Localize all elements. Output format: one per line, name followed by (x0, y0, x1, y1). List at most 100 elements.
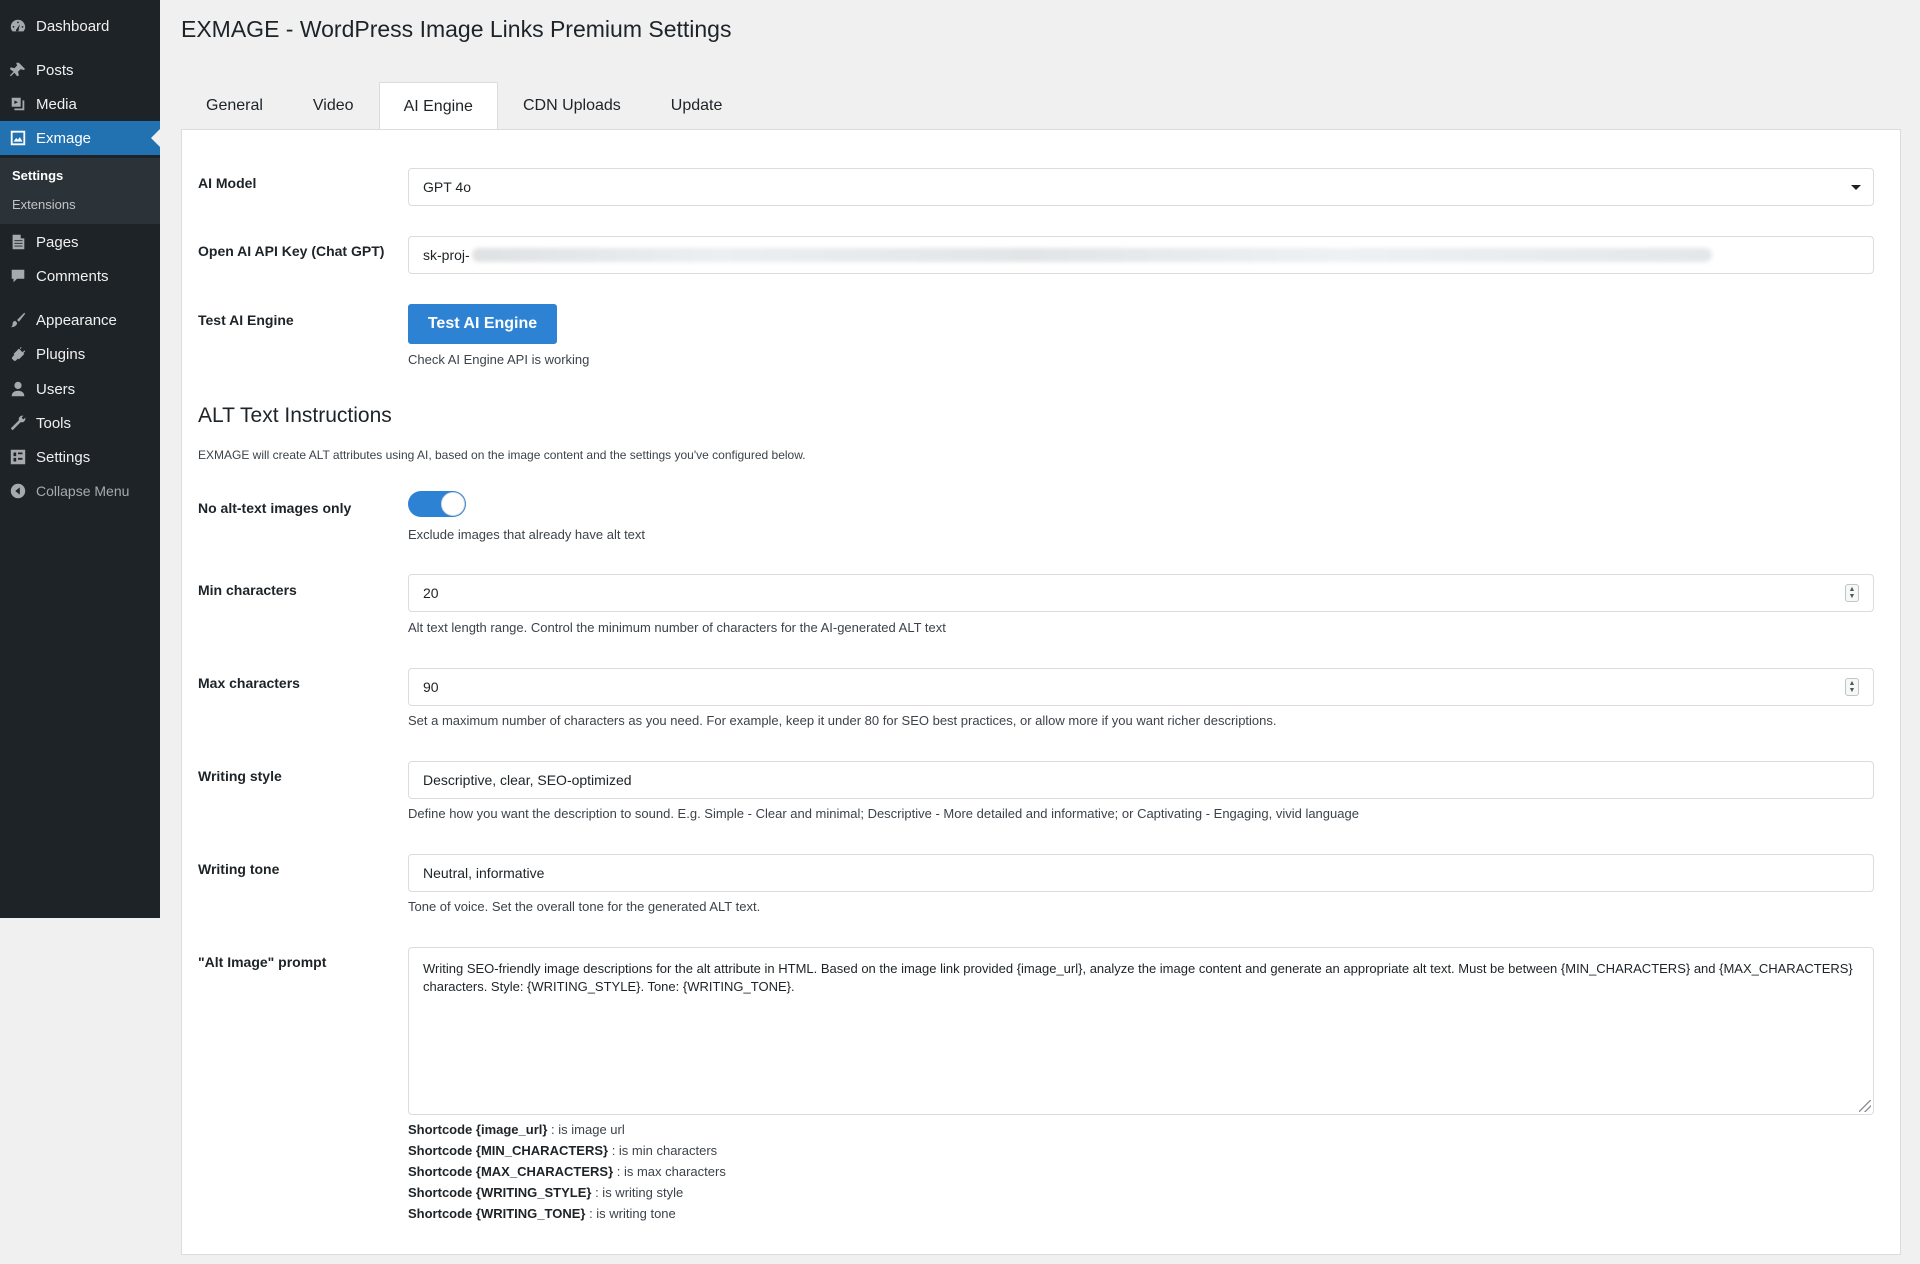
number-stepper[interactable]: ▲ ▼ (1845, 678, 1859, 696)
pin-icon (8, 60, 28, 80)
shortcode-line: Shortcode {MAX_CHARACTERS} : is max char… (408, 1164, 726, 1179)
writing-style-label: Writing style (198, 768, 282, 784)
max-characters-value: 90 (423, 679, 439, 695)
max-characters-label: Max characters (198, 675, 300, 691)
toggle-knob (441, 492, 465, 516)
shortcode-line: Shortcode {image_url} : is image url (408, 1122, 625, 1137)
submenu-item-extensions[interactable]: Extensions (12, 197, 76, 212)
test-engine-help: Check AI Engine API is working (408, 352, 590, 367)
exmage-icon (8, 128, 28, 148)
min-characters-help: Alt text length range. Control the minim… (408, 620, 946, 635)
menu-item-tools[interactable]: Tools (0, 406, 160, 440)
number-stepper[interactable]: ▲ ▼ (1845, 584, 1859, 602)
tab-cdn-uploads[interactable]: CDN Uploads (498, 81, 646, 129)
menu-label: Settings (36, 448, 91, 466)
menu-label: Posts (36, 61, 74, 79)
api-key-redacted (471, 248, 1712, 262)
menu-item-pages[interactable]: Pages (0, 225, 160, 259)
menu-item-posts[interactable]: Posts (0, 53, 160, 87)
menu-label: Users (36, 380, 76, 398)
shortcode-code: Shortcode {WRITING_STYLE} (408, 1185, 592, 1200)
menu-label: Tools (36, 414, 72, 432)
menu-label: Comments (36, 267, 109, 285)
menu-label: Collapse Menu (36, 483, 130, 499)
resize-handle-icon[interactable] (1859, 1100, 1871, 1112)
menu-item-settings[interactable]: Settings (0, 440, 160, 474)
max-characters-input[interactable]: 90 ▲ ▼ (408, 668, 1874, 706)
shortcode-desc: : is image url (547, 1122, 625, 1137)
user-icon (8, 379, 28, 399)
alt-prompt-value: Writing SEO-friendly image descriptions … (423, 961, 1853, 994)
shortcode-code: Shortcode {MAX_CHARACTERS} (408, 1164, 614, 1179)
no-alt-only-toggle[interactable] (408, 491, 466, 517)
collapse-menu-button[interactable]: Collapse Menu (0, 474, 160, 508)
min-characters-input[interactable]: 20 ▲ ▼ (408, 574, 1874, 612)
writing-tone-input[interactable]: Neutral, informative (408, 854, 1874, 892)
test-ai-engine-button[interactable]: Test AI Engine (408, 304, 557, 344)
shortcode-line: Shortcode {WRITING_STYLE} : is writing s… (408, 1185, 683, 1200)
settings-icon (8, 447, 28, 467)
page-title: EXMAGE - WordPress Image Links Premium S… (181, 16, 732, 42)
plug-icon (8, 344, 28, 364)
writing-tone-help: Tone of voice. Set the overall tone for … (408, 899, 761, 914)
shortcode-line: Shortcode {MIN_CHARACTERS} : is min char… (408, 1143, 717, 1158)
media-icon (8, 94, 28, 114)
exmage-submenu: Settings Extensions (0, 158, 160, 224)
tab-ai-engine[interactable]: AI Engine (378, 82, 498, 130)
api-key-prefix: sk-proj- (423, 247, 470, 263)
tab-video[interactable]: Video (288, 81, 379, 129)
no-alt-only-label: No alt-text images only (198, 500, 352, 516)
api-key-input[interactable]: sk-proj- (408, 236, 1874, 274)
menu-item-comments[interactable]: Comments (0, 259, 160, 293)
menu-item-media[interactable]: Media (0, 87, 160, 121)
shortcode-desc: : is writing tone (585, 1206, 676, 1221)
menu-item-users[interactable]: Users (0, 372, 160, 406)
wrench-icon (8, 413, 28, 433)
menu-label: Dashboard (36, 17, 110, 35)
no-alt-only-help: Exclude images that already have alt tex… (408, 527, 646, 542)
menu-label: Appearance (36, 311, 117, 329)
menu-label: Media (36, 95, 77, 113)
shortcode-desc: : is min characters (608, 1143, 718, 1158)
menu-item-exmage[interactable]: Exmage (0, 121, 160, 155)
menu-label: Pages (36, 233, 79, 251)
writing-style-help: Define how you want the description to s… (408, 806, 1359, 821)
max-characters-help: Set a maximum number of characters as yo… (408, 713, 1277, 728)
ai-model-label: AI Model (198, 175, 257, 191)
menu-item-plugins[interactable]: Plugins (0, 337, 160, 371)
shortcode-desc: : is max characters (613, 1164, 726, 1179)
shortcode-code: Shortcode {WRITING_TONE} (408, 1206, 586, 1221)
min-characters-label: Min characters (198, 582, 297, 598)
menu-label: Plugins (36, 345, 86, 363)
submenu-item-settings[interactable]: Settings (12, 168, 63, 183)
admin-sidebar: Dashboard Posts Media Exmage Settings Ex… (0, 0, 160, 918)
tab-general[interactable]: General (181, 81, 288, 129)
chevron-down-icon (1851, 185, 1861, 190)
settings-tabs: General Video AI Engine CDN Uploads Upda… (181, 81, 748, 130)
alt-prompt-textarea[interactable]: Writing SEO-friendly image descriptions … (408, 947, 1874, 1115)
pages-icon (8, 232, 28, 252)
test-engine-label: Test AI Engine (198, 312, 294, 328)
menu-item-appearance[interactable]: Appearance (0, 303, 160, 337)
shortcode-code: Shortcode {MIN_CHARACTERS} (408, 1143, 609, 1158)
menu-label: Exmage (36, 129, 92, 147)
section-title: ALT Text Instructions (198, 404, 392, 427)
writing-tone-value: Neutral, informative (423, 865, 545, 881)
shortcode-line: Shortcode {WRITING_TONE} : is writing to… (408, 1206, 676, 1221)
ai-model-value: GPT 4o (423, 179, 471, 195)
writing-tone-label: Writing tone (198, 861, 280, 877)
shortcode-desc: : is writing style (591, 1185, 684, 1200)
alt-prompt-label: "Alt Image" prompt (198, 954, 327, 970)
comments-icon (8, 266, 28, 286)
api-key-label: Open AI API Key (Chat GPT) (198, 243, 385, 259)
writing-style-value: Descriptive, clear, SEO-optimized (423, 772, 632, 788)
writing-style-input[interactable]: Descriptive, clear, SEO-optimized (408, 761, 1874, 799)
shortcode-code: Shortcode {image_url} (408, 1122, 548, 1137)
section-description: EXMAGE will create ALT attributes using … (198, 448, 806, 462)
brush-icon (8, 310, 28, 330)
dashboard-icon (8, 16, 28, 36)
tab-update[interactable]: Update (646, 81, 748, 129)
menu-item-dashboard[interactable]: Dashboard (0, 9, 160, 43)
collapse-icon (8, 481, 28, 501)
ai-model-select[interactable]: GPT 4o (408, 168, 1874, 206)
